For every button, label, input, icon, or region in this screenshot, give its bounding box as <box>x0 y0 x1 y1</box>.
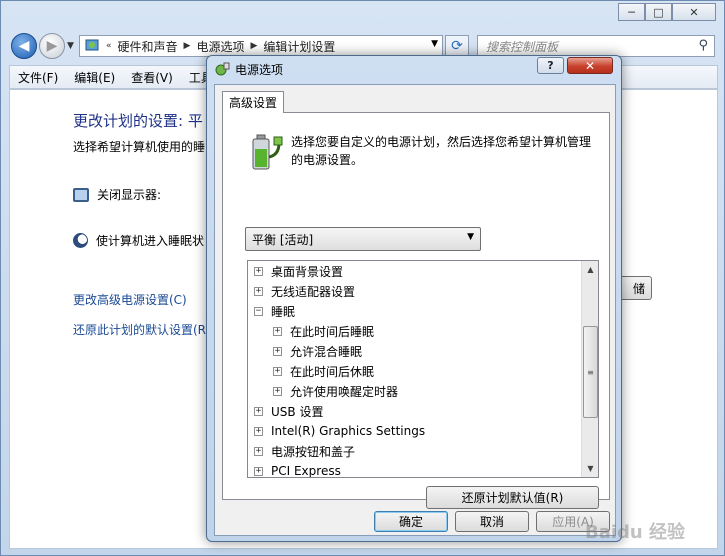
breadcrumb-hardware-sound[interactable]: 硬件和声音 <box>118 38 178 55</box>
tree-item[interactable]: + 无线适配器设置 <box>254 281 355 301</box>
dialog-close-button[interactable]: ✕ <box>567 57 613 74</box>
change-advanced-settings-link[interactable]: 更改高级电源设置(C) <box>73 291 187 308</box>
tree-item-label: 电源按钮和盖子 <box>271 444 356 459</box>
expand-icon[interactable]: + <box>254 406 263 416</box>
ok-button[interactable]: 确定 <box>374 511 448 532</box>
menu-edit[interactable]: 编辑(E) <box>74 69 115 86</box>
breadcrumb-separator-icon[interactable]: ▶ <box>250 41 257 51</box>
tree-item-label: 允许使用唤醒定时器 <box>290 384 399 399</box>
expand-icon[interactable]: + <box>273 366 282 376</box>
dialog-title: 电源选项 <box>235 63 284 77</box>
window-controls: ─ □ ✕ <box>618 3 716 21</box>
search-icon[interactable]: ⚲ <box>698 38 708 53</box>
maximize-button[interactable]: □ <box>645 3 672 21</box>
expand-icon[interactable]: + <box>254 466 263 476</box>
tree-item-label: 在此时间后睡眠 <box>290 324 375 339</box>
expand-icon[interactable]: + <box>254 426 263 436</box>
tree-item-label: Intel(R) Graphics Settings <box>271 424 426 438</box>
tree-item[interactable]: + Intel(R) Graphics Settings <box>254 421 425 441</box>
recent-pages-dropdown-icon[interactable]: ▼ <box>67 41 74 51</box>
collapse-icon[interactable]: − <box>254 306 263 316</box>
breadcrumb-separator-icon[interactable]: ▶ <box>184 41 191 51</box>
tree-item[interactable]: − 睡眠 <box>254 301 295 321</box>
chevron-down-icon: ▼ <box>467 232 474 242</box>
expand-icon[interactable]: + <box>273 326 282 336</box>
scroll-down-icon[interactable]: ▼ <box>582 460 598 477</box>
tree-item[interactable]: + 允许使用唤醒定时器 <box>273 381 398 401</box>
moon-icon <box>73 233 88 248</box>
breadcrumb-overflow[interactable]: « <box>106 41 112 51</box>
dialog-body: 高级设置 选择您要自定义的电源计划，然后选择您希望计算机管理的电源设置。 平衡 … <box>214 84 616 536</box>
display-off-label: 关闭显示器: <box>97 188 162 202</box>
tree-item-label: 睡眠 <box>271 304 296 319</box>
help-button[interactable]: ? <box>537 57 564 74</box>
menu-view[interactable]: 查看(V) <box>131 69 173 86</box>
address-bar[interactable]: « 硬件和声音 ▶ 电源选项 ▶ 编辑计划设置 ▼ <box>79 35 443 57</box>
power-options-icon <box>215 61 231 77</box>
tree-item[interactable]: + 桌面背景设置 <box>254 261 343 281</box>
power-plan-value: 平衡 [活动] <box>252 232 314 247</box>
menu-file[interactable]: 文件(F) <box>18 69 58 86</box>
cancel-button[interactable]: 取消 <box>455 511 529 532</box>
forward-button[interactable]: ▶ <box>39 33 65 59</box>
tree-item[interactable]: + 在此时间后休眠 <box>273 361 374 381</box>
restore-plan-defaults-button[interactable]: 还原计划默认值(R) <box>426 486 599 509</box>
power-plan-select[interactable]: 平衡 [活动] ▼ <box>245 227 481 251</box>
power-options-dialog: 电源选项 ? ✕ 高级设置 选择您要自定义的电源计划，然后选择您希望计算机管理的… <box>206 55 622 542</box>
sleep-row: 使计算机进入睡眠状 <box>73 232 204 249</box>
tree-item-label: USB 设置 <box>271 404 324 419</box>
dialog-titlebar[interactable]: 电源选项 ? ✕ <box>207 56 621 82</box>
breadcrumb-edit-plan[interactable]: 编辑计划设置 <box>263 38 335 55</box>
tree-item-label: 桌面背景设置 <box>271 264 344 279</box>
watermark-logo: Baidu 经验 <box>584 522 685 543</box>
dialog-description: 选择您要自定义的电源计划，然后选择您希望计算机管理的电源设置。 <box>291 135 592 167</box>
tree-item-label: PCI Express <box>271 464 341 478</box>
minimize-button[interactable]: ─ <box>618 3 645 21</box>
expand-icon[interactable]: + <box>254 446 263 456</box>
control-panel-icon <box>84 37 100 56</box>
tree-item-label: 允许混合睡眠 <box>290 344 363 359</box>
address-dropdown-icon[interactable]: ▼ <box>431 39 438 49</box>
scroll-up-icon[interactable]: ▲ <box>582 261 598 278</box>
page-title: 更改计划的设置: 平 <box>73 112 203 130</box>
tree-item[interactable]: + 电源按钮和盖子 <box>254 441 355 461</box>
tree-item[interactable]: + 允许混合睡眠 <box>273 341 362 361</box>
tree-scrollbar[interactable]: ▲ ≡ ▼ <box>581 261 598 477</box>
settings-tree[interactable]: + 桌面背景设置 + 无线适配器设置 − 睡眠 + 在此时间后睡眠 + 允许混合… <box>247 260 599 478</box>
search-input[interactable]: 搜索控制面板 ⚲ <box>477 35 715 57</box>
expand-icon[interactable]: + <box>273 346 282 356</box>
tree-item-label: 无线适配器设置 <box>271 284 356 299</box>
restore-defaults-link[interactable]: 还原此计划的默认设置(R <box>73 321 206 338</box>
expand-icon[interactable]: + <box>254 266 263 276</box>
refresh-icon[interactable]: ⟳ <box>445 35 469 57</box>
tree-item[interactable]: + USB 设置 <box>254 401 323 421</box>
battery-plug-icon <box>247 133 283 173</box>
close-window-button[interactable]: ✕ <box>672 3 716 21</box>
back-button[interactable]: ◀ <box>11 33 37 59</box>
tree-item[interactable]: + 在此时间后睡眠 <box>273 321 374 341</box>
scroll-thumb[interactable]: ≡ <box>583 326 598 418</box>
tree-item[interactable]: + PCI Express <box>254 461 341 478</box>
display-off-row: 关闭显示器: <box>73 186 161 203</box>
search-placeholder: 搜索控制面板 <box>486 39 559 54</box>
monitor-icon <box>73 187 89 202</box>
tree-item-label: 在此时间后休眠 <box>290 364 375 379</box>
advanced-settings-panel: 选择您要自定义的电源计划，然后选择您希望计算机管理的电源设置。 平衡 [活动] … <box>222 112 610 509</box>
page-description: 选择希望计算机使用的睡 <box>73 140 206 154</box>
tab-advanced-settings[interactable]: 高级设置 <box>222 91 284 113</box>
breadcrumb-power-options[interactable]: 电源选项 <box>196 38 244 55</box>
expand-icon[interactable]: + <box>254 286 263 296</box>
expand-icon[interactable]: + <box>273 386 282 396</box>
sleep-label: 使计算机进入睡眠状 <box>96 234 205 248</box>
